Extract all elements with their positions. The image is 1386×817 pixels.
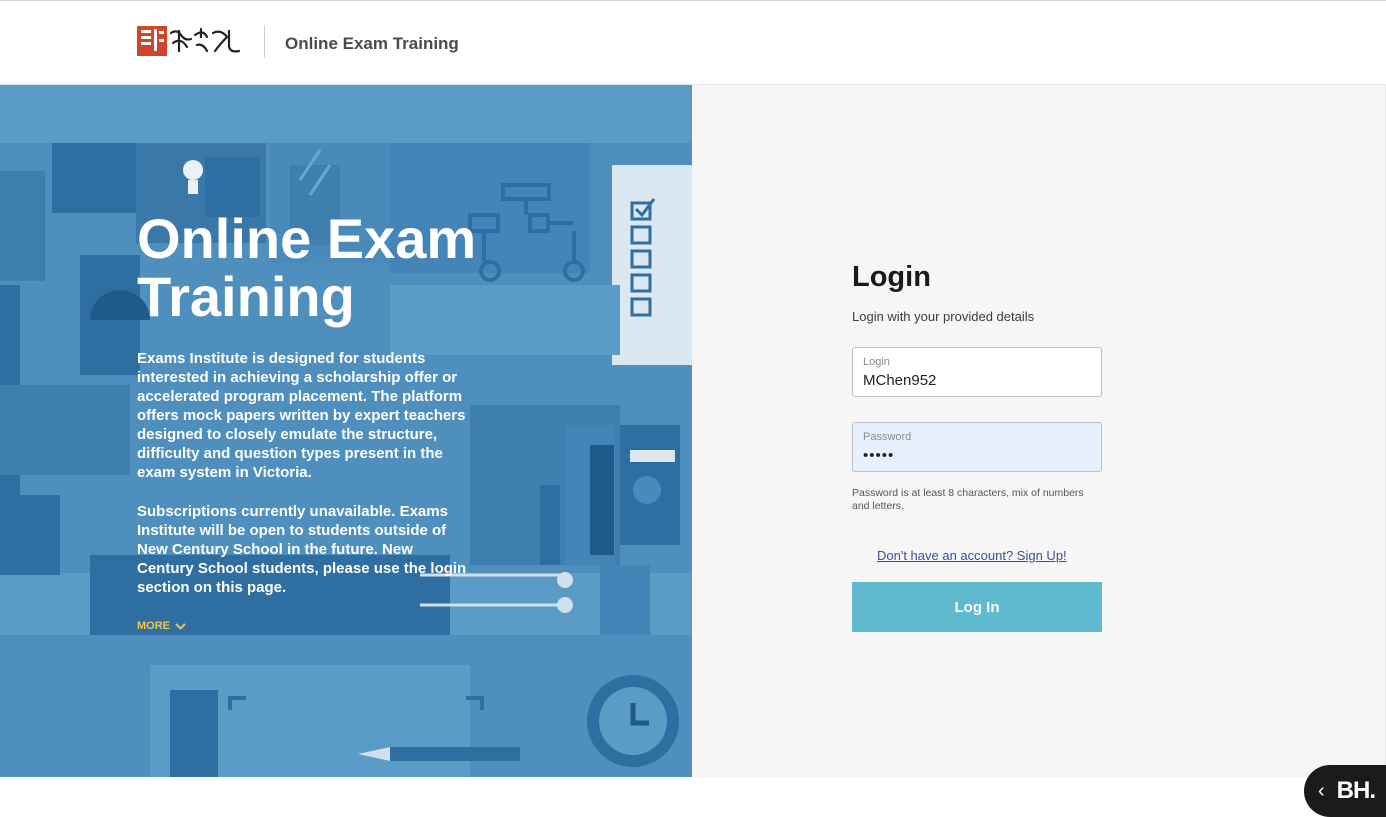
- header-title: Online Exam Training: [285, 34, 459, 53]
- password-hint: Password is at least 8 characters, mix o…: [852, 487, 1084, 512]
- chevron-left-icon: ‹: [1318, 780, 1325, 802]
- more-toggle[interactable]: MORE: [137, 620, 186, 632]
- top-header: Online Exam Training: [0, 0, 1386, 85]
- login-panel: Login Login with your provided details L…: [692, 85, 1386, 777]
- more-label: MORE: [137, 620, 170, 632]
- bh-logo: BH.: [1336, 777, 1376, 804]
- login-button[interactable]: Log In: [852, 582, 1102, 632]
- signup-link[interactable]: Don't have an account? Sign Up!: [877, 548, 1067, 563]
- chevron-down-icon: [175, 622, 186, 630]
- bh-widget-toggle[interactable]: ‹ BH.: [1304, 765, 1386, 817]
- login-title: Login: [852, 261, 931, 293]
- login-field-label: Login: [863, 356, 890, 368]
- login-field[interactable]: Login: [852, 347, 1102, 397]
- password-field-label: Password: [863, 431, 912, 443]
- hero-title: Online Exam Training: [137, 207, 477, 328]
- hero-description: Exams Institute is designed for students…: [137, 350, 466, 481]
- school-logo[interactable]: [137, 25, 243, 57]
- header-divider: [264, 25, 265, 58]
- hero-panel: Online Exam Training Exams Institute is …: [0, 85, 692, 777]
- login-subtitle: Login with your provided details: [852, 309, 1035, 324]
- login-input[interactable]: [863, 372, 1091, 389]
- password-input[interactable]: •••••: [863, 447, 1091, 464]
- password-field[interactable]: Password •••••: [852, 422, 1102, 472]
- hero-subscription-note: Subscriptions currently unavailable. Exa…: [137, 503, 467, 596]
- school-logo-icon: [137, 26, 241, 56]
